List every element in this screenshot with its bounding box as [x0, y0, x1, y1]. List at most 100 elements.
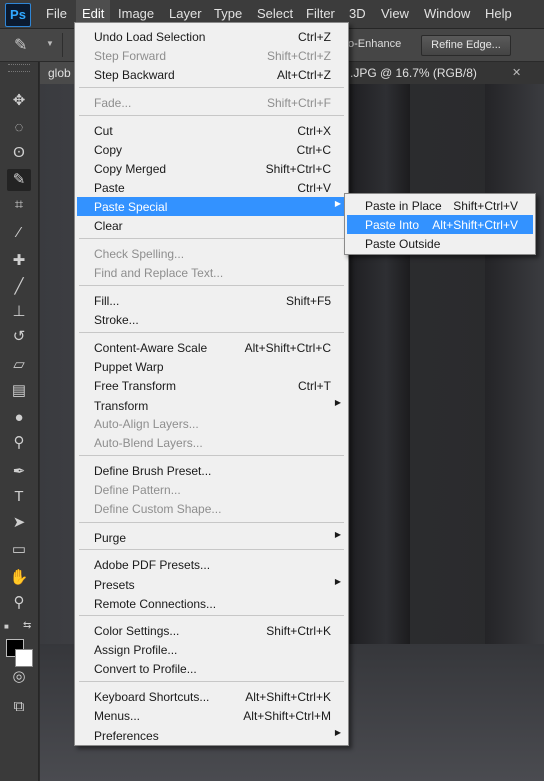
menu-item-shortcut: Shift+Ctrl+K — [266, 624, 331, 638]
menu-item-auto-blend-layers: Auto-Blend Layers... — [77, 433, 346, 452]
menu-item-label: Convert to Profile... — [94, 662, 197, 676]
menu-item-label: Purge — [94, 531, 127, 545]
quick-mask-icon[interactable]: ◎ — [7, 666, 31, 688]
document-tab[interactable]: glob — [40, 62, 79, 84]
active-document-tab[interactable]: .JPG @ 16.7% (RGB/8) — [350, 62, 477, 84]
menu-item-assign-profile[interactable]: Assign Profile... — [77, 640, 346, 659]
quick-selection-tool-icon[interactable]: ✎ — [7, 169, 31, 191]
menu-item-label: Presets — [94, 578, 135, 592]
menu-window[interactable]: Window — [418, 0, 476, 28]
clone-stamp-tool-icon[interactable]: ⊥ — [7, 301, 31, 323]
options-divider — [62, 33, 63, 57]
hand-tool-icon[interactable]: ✋ — [7, 567, 31, 589]
menu-file[interactable]: File — [40, 0, 73, 28]
menu-item-paste-outside[interactable]: Paste Outside — [347, 234, 533, 253]
menu-item-shortcut: Ctrl+X — [297, 124, 331, 138]
menu-item-adobe-pdf-presets[interactable]: Adobe PDF Presets... — [77, 555, 346, 574]
healing-brush-tool-icon[interactable]: ✚ — [7, 250, 31, 272]
menu-item-convert-to-profile[interactable]: Convert to Profile... — [77, 659, 346, 678]
shape-tool-icon[interactable]: ▭ — [7, 539, 31, 561]
menu-item-label: Cut — [94, 124, 113, 138]
menu-item-label: Define Custom Shape... — [94, 502, 222, 516]
menu-item-find-and-replace-text: Find and Replace Text... — [77, 263, 346, 282]
menu-item-keyboard-shortcuts[interactable]: Keyboard Shortcuts... Alt+Shift+Ctrl+K — [77, 687, 346, 706]
screen-mode-icon[interactable]: ⧉ — [7, 696, 31, 718]
submenu-arrow-icon: ▶ — [334, 577, 341, 586]
menu-separator — [79, 522, 344, 523]
crop-tool-icon[interactable]: ⌗ — [7, 194, 31, 216]
menu-item-paste[interactable]: Paste Ctrl+V — [77, 178, 346, 197]
menu-item-label: Clear — [94, 219, 123, 233]
menu-item-cut[interactable]: Cut Ctrl+X — [77, 121, 346, 140]
path-selection-tool-icon[interactable]: ➤ — [7, 512, 31, 534]
eyedropper-tool-icon[interactable]: ⁄ — [7, 222, 31, 244]
menu-help[interactable]: Help — [479, 0, 518, 28]
gradient-tool-icon[interactable]: ▤ — [7, 380, 31, 402]
blur-tool-icon[interactable]: ● — [7, 407, 31, 429]
menu-item-stroke[interactable]: Stroke... — [77, 310, 346, 329]
refine-edge-button[interactable]: Refine Edge... — [421, 35, 511, 56]
auto-enhance-label[interactable]: o-Enhance — [348, 38, 401, 50]
move-tool-icon[interactable]: ✥ — [7, 90, 31, 112]
menu-item-step-backward[interactable]: Step Backward Alt+Ctrl+Z — [77, 65, 346, 84]
swap-colors-icon[interactable]: ⇆ — [23, 620, 31, 631]
history-brush-tool-icon[interactable]: ↺ — [7, 326, 31, 348]
zoom-tool-icon[interactable]: ⚲ — [7, 592, 31, 614]
lasso-tool-icon[interactable]: ʘ — [7, 142, 31, 164]
menu-item-shortcut: Shift+Ctrl+V — [453, 199, 518, 213]
pen-tool-icon[interactable]: ✒ — [7, 461, 31, 483]
panel-grip[interactable] — [8, 64, 30, 72]
menu-item-fill[interactable]: Fill... Shift+F5 — [77, 291, 346, 310]
menu-item-label: Puppet Warp — [94, 360, 164, 374]
menu-item-free-transform[interactable]: Free Transform Ctrl+T — [77, 376, 346, 395]
photoshop-logo: Ps — [5, 3, 31, 27]
menu-item-copy[interactable]: Copy Ctrl+C — [77, 140, 346, 159]
marquee-tool-icon[interactable]: ◌ — [7, 117, 31, 139]
menu-item-define-brush-preset[interactable]: Define Brush Preset... — [77, 461, 346, 480]
background-color-swatch[interactable] — [15, 649, 33, 667]
menu-item-clear[interactable]: Clear — [77, 216, 346, 235]
close-tab-icon[interactable]: ✕ — [512, 62, 521, 84]
menu-item-label: Paste Into — [365, 218, 420, 232]
menu-item-label: Color Settings... — [94, 624, 180, 638]
default-colors-icon[interactable]: ■ — [4, 622, 9, 631]
menu-item-content-aware-scale[interactable]: Content-Aware Scale Alt+Shift+Ctrl+C — [77, 338, 346, 357]
menu-item-paste-special[interactable]: Paste Special ▶ — [77, 197, 346, 216]
menu-item-transform[interactable]: Transform ▶ — [77, 396, 346, 415]
eraser-tool-icon[interactable]: ▱ — [7, 354, 31, 376]
menu-item-label: Paste Outside — [365, 237, 441, 251]
menu-item-label: Find and Replace Text... — [94, 266, 224, 280]
menu-item-undo-load-selection[interactable]: Undo Load Selection Ctrl+Z — [77, 27, 346, 46]
submenu-arrow-icon: ▶ — [334, 398, 341, 407]
menu-item-menus[interactable]: Menus... Alt+Shift+Ctrl+M — [77, 706, 346, 725]
quick-selection-brush-icon[interactable]: ✎ — [14, 35, 27, 55]
menu-item-label: Transform — [94, 399, 149, 413]
menu-item-shortcut: Ctrl+V — [297, 181, 331, 195]
menu-item-label: Content-Aware Scale — [94, 341, 208, 355]
menu-item-paste-in-place[interactable]: Paste in Place Shift+Ctrl+V — [347, 196, 533, 215]
brush-tool-icon[interactable]: ╱ — [7, 276, 31, 298]
menu-item-presets[interactable]: Presets ▶ — [77, 575, 346, 594]
menu-item-label: Paste Special — [94, 200, 168, 214]
type-tool-icon[interactable]: T — [7, 486, 31, 508]
menu-item-label: Define Brush Preset... — [94, 464, 212, 478]
menu-item-define-custom-shape: Define Custom Shape... — [77, 499, 346, 518]
dodge-tool-icon[interactable]: ⚲ — [7, 432, 31, 454]
menu-separator — [79, 87, 344, 88]
menu-item-shortcut: Alt+Shift+Ctrl+C — [244, 341, 331, 355]
menu-item-label: Fill... — [94, 294, 120, 308]
menu-item-remote-connections[interactable]: Remote Connections... — [77, 594, 346, 613]
tool-preset-dropdown-icon[interactable]: ▼ — [46, 39, 54, 48]
menu-item-label: Define Pattern... — [94, 483, 181, 497]
menu-item-paste-into[interactable]: Paste Into Alt+Shift+Ctrl+V — [347, 215, 533, 234]
menu-view[interactable]: View — [375, 0, 415, 28]
menu-item-label: Menus... — [94, 709, 141, 723]
menu-separator — [79, 238, 344, 239]
menu-item-puppet-warp[interactable]: Puppet Warp — [77, 357, 346, 376]
menu-item-shortcut: Shift+Ctrl+F — [266, 96, 331, 110]
menu-separator — [79, 549, 344, 550]
menu-item-color-settings[interactable]: Color Settings... Shift+Ctrl+K — [77, 621, 346, 640]
menu-item-purge[interactable]: Purge ▶ — [77, 528, 346, 547]
menu-item-copy-merged[interactable]: Copy Merged Shift+Ctrl+C — [77, 159, 346, 178]
menu-item-preferences[interactable]: Preferences ▶ — [77, 726, 346, 745]
